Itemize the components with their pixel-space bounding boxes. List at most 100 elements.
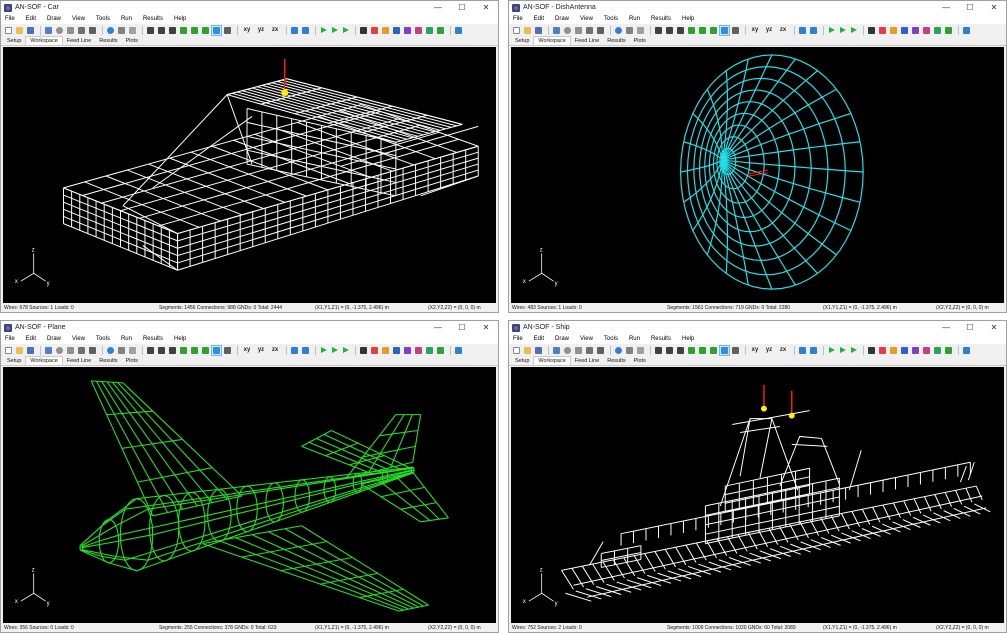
menu-tools[interactable]: Tools [604, 16, 618, 22]
menu-help[interactable]: Help [682, 16, 694, 22]
close-button[interactable]: ✕ [474, 321, 498, 334]
zoom-icon[interactable] [223, 346, 232, 355]
current-icon[interactable] [381, 26, 390, 35]
maximize-button[interactable]: ☐ [958, 1, 982, 14]
rotate-x-icon[interactable] [687, 26, 696, 35]
menu-tools[interactable]: Tools [96, 16, 110, 22]
undo-icon[interactable] [44, 26, 53, 35]
globe-icon[interactable] [106, 346, 115, 355]
run-next-icon[interactable] [838, 346, 847, 355]
open-folder-icon[interactable] [15, 26, 24, 35]
export-icon[interactable] [436, 346, 445, 355]
rect-select-icon[interactable] [157, 26, 166, 35]
tab-results[interactable]: Results [95, 357, 121, 365]
new-file-icon[interactable] [512, 346, 521, 355]
rotate-x-icon[interactable] [179, 26, 188, 35]
grid-icon[interactable] [290, 346, 299, 355]
rotate-x-icon[interactable] [687, 346, 696, 355]
plot-icon[interactable] [922, 26, 931, 35]
view-yz-button[interactable]: yz [255, 346, 267, 355]
zoom-icon[interactable] [731, 346, 740, 355]
pencil-icon[interactable] [77, 26, 86, 35]
help-icon[interactable] [962, 346, 971, 355]
run-icon[interactable] [319, 346, 328, 355]
pattern-icon[interactable] [900, 26, 909, 35]
tab-plots[interactable]: Plots [122, 357, 142, 365]
menu-draw[interactable]: Draw [555, 16, 569, 22]
tab-plots[interactable]: Plots [630, 37, 650, 45]
spectrum-icon[interactable] [933, 346, 942, 355]
minimize-button[interactable]: — [934, 1, 958, 14]
sphere-icon[interactable] [563, 26, 572, 35]
sphere-icon[interactable] [563, 346, 572, 355]
tab-feed-line[interactable]: Feed Line [63, 357, 95, 365]
z-scale-icon[interactable] [867, 26, 876, 35]
export-icon[interactable] [944, 26, 953, 35]
sphere-icon[interactable] [55, 346, 64, 355]
delete-icon[interactable] [596, 26, 605, 35]
run-next-icon[interactable] [838, 26, 847, 35]
feed-icon[interactable] [370, 346, 379, 355]
tab-feed-line[interactable]: Feed Line [63, 37, 95, 45]
plot-icon[interactable] [414, 346, 423, 355]
z-scale-icon[interactable] [867, 346, 876, 355]
help-icon[interactable] [454, 26, 463, 35]
spectrum-icon[interactable] [425, 346, 434, 355]
menu-file[interactable]: File [513, 336, 523, 342]
run-icon[interactable] [827, 26, 836, 35]
select-icon[interactable] [654, 26, 663, 35]
menu-view[interactable]: View [72, 16, 85, 22]
menu-help[interactable]: Help [174, 16, 186, 22]
tab-workspace[interactable]: Workspace [533, 36, 571, 45]
menu-view[interactable]: View [580, 16, 593, 22]
zoom-icon[interactable] [731, 26, 740, 35]
select-icon[interactable] [146, 346, 155, 355]
view-3d-icon[interactable] [211, 344, 222, 356]
new-file-icon[interactable] [4, 346, 13, 355]
tab-workspace[interactable]: Workspace [25, 356, 63, 365]
view-3d-icon[interactable] [719, 24, 730, 36]
table-icon[interactable] [636, 346, 645, 355]
tab-results[interactable]: Results [603, 357, 629, 365]
workspace-viewport[interactable]: z x y [511, 47, 1004, 303]
field-icon[interactable] [911, 346, 920, 355]
table-icon[interactable] [636, 26, 645, 35]
menu-draw[interactable]: Draw [555, 336, 569, 342]
rotate-y-icon[interactable] [698, 26, 707, 35]
window-car[interactable]: AN-SOF - Car — ☐ ✕ File Edit Draw View T… [0, 0, 499, 313]
rotate-z-icon[interactable] [709, 26, 718, 35]
save-icon[interactable] [534, 346, 543, 355]
view-3d-icon[interactable] [211, 24, 222, 36]
menu-tools[interactable]: Tools [96, 336, 110, 342]
feed-icon[interactable] [878, 346, 887, 355]
menu-file[interactable]: File [513, 16, 523, 22]
select-icon[interactable] [654, 346, 663, 355]
spectrum-icon[interactable] [425, 26, 434, 35]
grid-icon[interactable] [798, 26, 807, 35]
sphere-icon[interactable] [55, 26, 64, 35]
menu-help[interactable]: Help [174, 336, 186, 342]
menu-draw[interactable]: Draw [47, 336, 61, 342]
tab-setup[interactable]: Setup [3, 37, 25, 45]
rotate-z-icon[interactable] [201, 26, 210, 35]
current-icon[interactable] [381, 346, 390, 355]
open-folder-icon[interactable] [15, 346, 24, 355]
line-icon[interactable] [676, 346, 685, 355]
open-folder-icon[interactable] [523, 346, 532, 355]
line-icon[interactable] [168, 346, 177, 355]
run-next-icon[interactable] [330, 26, 339, 35]
new-file-icon[interactable] [4, 26, 13, 35]
view-xy-button[interactable]: xy [749, 26, 761, 35]
menu-tools[interactable]: Tools [604, 336, 618, 342]
run-all-icon[interactable] [341, 346, 350, 355]
grid-icon[interactable] [290, 26, 299, 35]
comment-icon[interactable] [625, 346, 634, 355]
close-button[interactable]: ✕ [474, 1, 498, 14]
field-icon[interactable] [403, 346, 412, 355]
window-dish-antenna[interactable]: AN-SOF - DishAntenna — ☐ ✕ File Edit Dra… [508, 0, 1007, 313]
menu-run[interactable]: Run [629, 16, 640, 22]
menu-run[interactable]: Run [121, 16, 132, 22]
run-all-icon[interactable] [849, 26, 858, 35]
z-scale-icon[interactable] [359, 346, 368, 355]
tab-results[interactable]: Results [95, 37, 121, 45]
